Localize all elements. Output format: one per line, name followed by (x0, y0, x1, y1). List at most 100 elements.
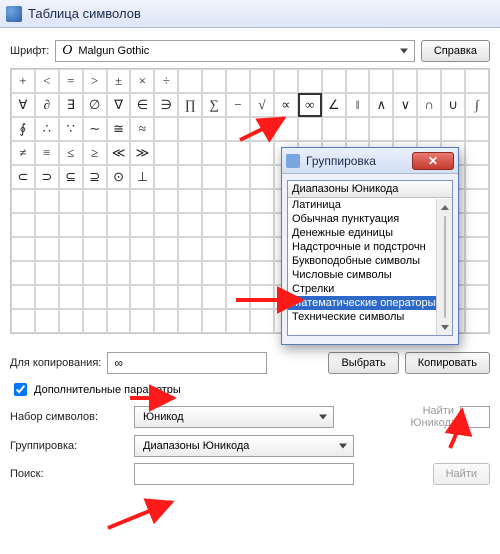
list-item[interactable]: Латиница (288, 198, 436, 212)
character-cell[interactable] (59, 261, 83, 285)
character-cell[interactable] (35, 261, 59, 285)
character-cell[interactable]: < (35, 69, 59, 93)
character-cell[interactable] (465, 261, 489, 285)
character-cell[interactable] (130, 213, 154, 237)
character-cell[interactable] (11, 237, 35, 261)
character-cell[interactable] (59, 213, 83, 237)
character-cell[interactable] (11, 285, 35, 309)
character-cell[interactable] (250, 213, 274, 237)
character-cell[interactable] (154, 237, 178, 261)
character-cell[interactable] (178, 165, 202, 189)
character-cell[interactable] (130, 189, 154, 213)
character-cell[interactable] (369, 69, 393, 93)
character-cell[interactable] (465, 189, 489, 213)
character-cell[interactable] (202, 261, 226, 285)
character-cell[interactable] (178, 117, 202, 141)
character-cell[interactable]: ∨ (393, 93, 417, 117)
character-cell[interactable]: − (226, 93, 250, 117)
character-cell[interactable] (250, 189, 274, 213)
character-cell[interactable] (202, 141, 226, 165)
character-cell[interactable] (250, 237, 274, 261)
character-cell[interactable]: ⊂ (11, 165, 35, 189)
character-cell[interactable] (107, 309, 131, 333)
character-cell[interactable]: + (11, 69, 35, 93)
help-button[interactable]: Справка (421, 40, 490, 62)
list-item[interactable]: Технические символы (288, 310, 436, 324)
character-cell[interactable]: ∀ (11, 93, 35, 117)
character-cell[interactable] (35, 309, 59, 333)
character-cell[interactable] (107, 237, 131, 261)
character-cell[interactable] (250, 117, 274, 141)
character-cell[interactable] (441, 69, 465, 93)
character-cell[interactable] (83, 189, 107, 213)
character-cell[interactable] (226, 261, 250, 285)
character-cell[interactable] (107, 213, 131, 237)
character-cell[interactable] (250, 309, 274, 333)
range-listbox[interactable]: Диапазоны Юникода ЛатиницаОбычная пункту… (287, 180, 453, 336)
character-cell[interactable]: ∵ (59, 117, 83, 141)
character-cell[interactable] (202, 165, 226, 189)
character-cell[interactable]: ∞ (298, 93, 322, 117)
select-button[interactable]: Выбрать (328, 352, 398, 374)
character-cell[interactable]: ∮ (11, 117, 35, 141)
character-cell[interactable]: ∑ (202, 93, 226, 117)
character-cell[interactable] (11, 213, 35, 237)
character-cell[interactable] (178, 141, 202, 165)
character-cell[interactable] (107, 261, 131, 285)
character-cell[interactable]: ∇ (107, 93, 131, 117)
character-cell[interactable] (202, 69, 226, 93)
character-cell[interactable] (35, 189, 59, 213)
character-cell[interactable] (83, 285, 107, 309)
character-cell[interactable]: ∃ (59, 93, 83, 117)
character-cell[interactable] (154, 261, 178, 285)
character-cell[interactable]: ≥ (83, 141, 107, 165)
character-cell[interactable] (250, 69, 274, 93)
character-cell[interactable] (11, 189, 35, 213)
character-cell[interactable]: ‖ (346, 93, 370, 117)
character-cell[interactable] (83, 309, 107, 333)
character-cell[interactable] (226, 69, 250, 93)
character-cell[interactable] (202, 237, 226, 261)
character-cell[interactable]: √ (250, 93, 274, 117)
character-cell[interactable]: ≅ (107, 117, 131, 141)
character-cell[interactable] (59, 309, 83, 333)
character-cell[interactable] (441, 117, 465, 141)
character-cell[interactable] (465, 165, 489, 189)
character-cell[interactable]: > (83, 69, 107, 93)
character-cell[interactable] (465, 309, 489, 333)
character-cell[interactable] (130, 237, 154, 261)
character-cell[interactable] (59, 237, 83, 261)
goto-unicode-input[interactable] (460, 406, 490, 428)
character-cell[interactable]: ⊆ (59, 165, 83, 189)
character-cell[interactable] (465, 141, 489, 165)
character-cell[interactable] (274, 69, 298, 93)
character-cell[interactable] (202, 309, 226, 333)
character-cell[interactable] (59, 285, 83, 309)
character-cell[interactable] (154, 189, 178, 213)
character-cell[interactable]: ⊙ (107, 165, 131, 189)
character-cell[interactable]: ⊃ (35, 165, 59, 189)
character-cell[interactable] (178, 189, 202, 213)
character-cell[interactable] (202, 189, 226, 213)
character-cell[interactable]: ≡ (35, 141, 59, 165)
scroll-up[interactable] (437, 199, 452, 215)
character-cell[interactable] (226, 117, 250, 141)
search-input[interactable] (134, 463, 354, 485)
character-cell[interactable] (250, 141, 274, 165)
character-cell[interactable] (226, 285, 250, 309)
character-cell[interactable]: ∝ (274, 93, 298, 117)
character-cell[interactable] (250, 165, 274, 189)
character-cell[interactable]: ∫ (465, 93, 489, 117)
character-cell[interactable]: ≤ (59, 141, 83, 165)
character-cell[interactable] (59, 189, 83, 213)
character-cell[interactable] (178, 237, 202, 261)
character-cell[interactable] (346, 69, 370, 93)
list-item[interactable]: Денежные единицы (288, 226, 436, 240)
character-cell[interactable] (178, 213, 202, 237)
character-cell[interactable]: ∴ (35, 117, 59, 141)
character-cell[interactable] (226, 309, 250, 333)
character-cell[interactable]: ∏ (178, 93, 202, 117)
character-cell[interactable]: ∂ (35, 93, 59, 117)
character-cell[interactable] (154, 309, 178, 333)
character-cell[interactable] (178, 285, 202, 309)
